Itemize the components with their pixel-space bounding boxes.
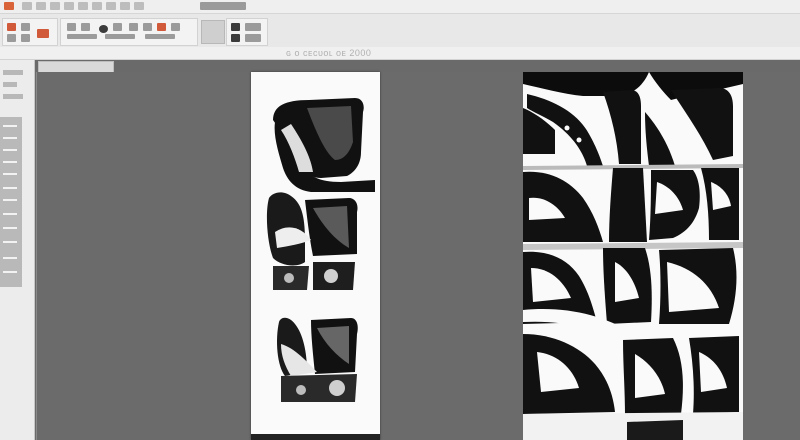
sidebar-item-2[interactable]	[3, 82, 17, 87]
size-field[interactable]	[67, 34, 97, 39]
opacity-field[interactable]	[105, 34, 135, 39]
ribbon-tab-4[interactable]	[64, 2, 74, 10]
swatch-preview[interactable]	[201, 20, 225, 44]
artwork-left	[266, 98, 375, 402]
status-text: ɢ ᴏ ᴄᴇᴄᴜᴏʟ ᴏᴇ 2000	[286, 48, 372, 58]
left-sidebar	[0, 60, 35, 440]
text-icon[interactable]	[231, 23, 240, 31]
ribbon-tab-5[interactable]	[78, 2, 88, 10]
copy-icon[interactable]	[81, 23, 90, 31]
artboard-left-scrollbar[interactable]	[251, 434, 380, 440]
undo-icon[interactable]	[37, 29, 49, 38]
print-icon[interactable]	[21, 23, 30, 31]
ribbon-tab-2[interactable]	[36, 2, 46, 10]
save-icon[interactable]	[7, 34, 16, 42]
edit-tools-group	[60, 18, 198, 46]
view-tools-group	[226, 18, 268, 46]
sidebar-layer-panel[interactable]	[0, 117, 22, 287]
layer-icon[interactable]	[171, 23, 180, 31]
sidebar-item-1[interactable]	[3, 70, 23, 75]
artboard-right[interactable]	[523, 72, 743, 440]
app-window: ɢ ᴏ ᴄᴇᴄᴜᴏʟ ᴏᴇ 2000	[0, 0, 800, 440]
canvas-area[interactable]	[36, 72, 800, 440]
ribbon-tab-strip	[0, 0, 800, 14]
artboard-left[interactable]	[251, 72, 380, 440]
ribbon-tab-active[interactable]	[200, 2, 246, 10]
blend-field[interactable]	[145, 34, 175, 39]
ribbon-tab-6[interactable]	[92, 2, 102, 10]
ribbon-tab-3[interactable]	[50, 2, 60, 10]
ribbon-tab-8[interactable]	[120, 2, 130, 10]
shape-icon[interactable]	[113, 23, 122, 31]
ribbon-tab-9[interactable]	[134, 2, 144, 10]
ribbon-tab-1[interactable]	[22, 2, 32, 10]
select-icon[interactable]	[231, 34, 240, 42]
ribbon-tab-7[interactable]	[106, 2, 116, 10]
color-icon[interactable]	[157, 23, 166, 31]
stroke-icon[interactable]	[143, 23, 152, 31]
brush-icon[interactable]	[99, 25, 108, 33]
cut-icon[interactable]	[67, 23, 76, 31]
export-icon[interactable]	[21, 34, 30, 42]
status-strip: ɢ ᴏ ᴄᴇᴄᴜᴏʟ ᴏᴇ 2000	[0, 47, 800, 60]
open-icon[interactable]	[7, 23, 16, 31]
file-tools-group	[2, 18, 58, 46]
rotate-field[interactable]	[245, 34, 261, 42]
zoom-field[interactable]	[245, 23, 261, 31]
sidebar-item-3[interactable]	[3, 94, 23, 99]
brand-icon[interactable]	[4, 2, 14, 10]
artwork-right	[523, 72, 743, 440]
fill-icon[interactable]	[129, 23, 138, 31]
ribbon	[0, 0, 800, 48]
